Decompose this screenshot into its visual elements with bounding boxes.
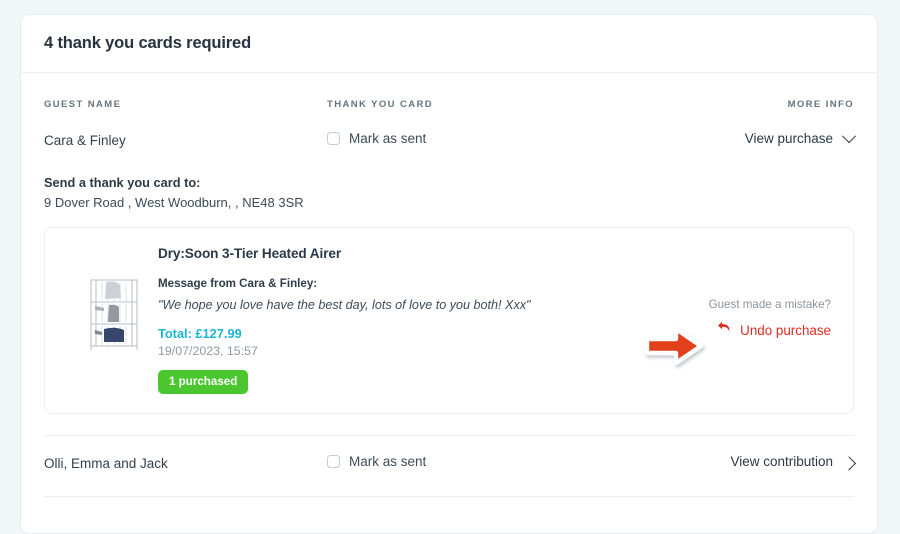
guest-row-cara-finley: Cara & Finley Mark as sent View purchase: [21, 121, 877, 165]
column-header-guest-name: GUEST NAME: [44, 99, 122, 110]
undo-arrow-icon: [717, 320, 732, 340]
status-badge: 1 purchased: [158, 370, 249, 394]
page-title: 4 thank you cards required: [44, 34, 251, 52]
panel-header: 4 thank you cards required: [21, 15, 877, 73]
guest-row-olli-emma-jack: Olli, Emma and Jack Mark as sent View co…: [21, 444, 877, 488]
product-thumbnail: [82, 274, 146, 352]
mark-as-sent-label: Mark as sent: [349, 131, 427, 146]
column-header-thank-you-card: THANK YOU CARD: [327, 99, 433, 110]
mark-as-sent-toggle[interactable]: Mark as sent: [327, 454, 426, 469]
view-contribution-button[interactable]: View contribution: [730, 454, 857, 470]
chevron-right-icon: [841, 455, 857, 470]
undo-purchase-label: Undo purchase: [740, 322, 831, 338]
address-title: Send a thank you card to:: [44, 175, 201, 190]
column-header-more-info: MORE INFO: [787, 99, 854, 110]
thank-you-address-block: Send a thank you card to: 9 Dover Road ,…: [21, 165, 877, 210]
purchase-total: Total: £127.99: [158, 326, 242, 341]
purchase-date: 19/07/2023, 15:57: [158, 344, 258, 358]
view-purchase-label: View purchase: [744, 131, 833, 146]
page-root: 4 thank you cards required GUEST NAME TH…: [0, 0, 900, 534]
row-divider: [44, 496, 854, 497]
message-from-label: Message from Cara & Finley:: [158, 277, 318, 290]
mistake-prompt: Guest made a mistake?: [708, 298, 831, 311]
purchase-actions: Guest made a mistake? Undo purchase: [661, 298, 831, 340]
undo-purchase-button[interactable]: Undo purchase: [661, 320, 831, 340]
chevron-down-icon: [841, 128, 857, 143]
mark-as-sent-checkbox[interactable]: [327, 455, 340, 468]
column-header-row: GUEST NAME THANK YOU CARD MORE INFO: [21, 73, 877, 121]
address-line: 9 Dover Road , West Woodburn, , NE48 3SR: [44, 195, 304, 210]
purchase-detail-card: Dry:Soon 3-Tier Heated Airer Message fro…: [44, 227, 854, 414]
product-title: Dry:Soon 3-Tier Heated Airer: [158, 246, 342, 261]
mark-as-sent-checkbox[interactable]: [327, 132, 340, 145]
guest-name: Cara & Finley: [44, 133, 126, 148]
purchase-details: Dry:Soon 3-Tier Heated Airer Message fro…: [158, 246, 653, 394]
mark-as-sent-label: Mark as sent: [349, 454, 427, 469]
guest-message: "We hope you love have the best day, lot…: [158, 298, 531, 312]
mark-as-sent-toggle[interactable]: Mark as sent: [327, 131, 426, 146]
guest-name: Olli, Emma and Jack: [44, 456, 168, 471]
thank-you-cards-panel: 4 thank you cards required GUEST NAME TH…: [20, 14, 878, 534]
view-purchase-button[interactable]: View purchase: [744, 128, 857, 146]
view-contribution-label: View contribution: [730, 454, 833, 469]
row-divider: [44, 435, 854, 436]
